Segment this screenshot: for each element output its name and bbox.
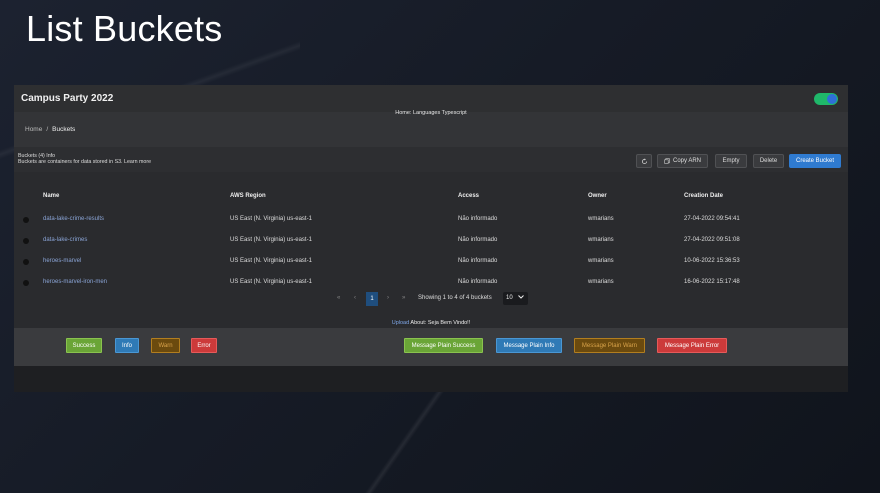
bucket-name-link[interactable]: data-lake-crime-results (43, 216, 104, 222)
create-bucket-button[interactable]: Create Bucket (789, 154, 841, 168)
refresh-icon (641, 157, 647, 164)
bucket-access: Não informado (458, 279, 498, 285)
success-button[interactable]: Success (66, 338, 102, 353)
table-row[interactable]: heroes-marvel-iron-men US East (N. Virgi… (14, 273, 848, 294)
page-size-select[interactable]: 10 (503, 292, 528, 305)
background-decoration (330, 390, 480, 493)
bucket-access: Não informado (458, 237, 498, 243)
upload-line: Upload About: Seja Bem Vindo!! (14, 320, 848, 326)
row-radio[interactable] (23, 238, 29, 244)
breadcrumb-current: Buckets (52, 126, 76, 133)
buckets-info: Buckets (4) Info Buckets are containers … (18, 153, 151, 165)
toggle-knob (827, 94, 837, 104)
table-row[interactable]: data-lake-crimes US East (N. Virginia) u… (14, 231, 848, 252)
bucket-date: 16-06-2022 15:17:48 (684, 279, 740, 285)
bucket-region: US East (N. Virginia) us-east-1 (230, 216, 312, 222)
bucket-access: Não informado (458, 258, 498, 264)
bucket-date: 27-04-2022 09:51:08 (684, 237, 740, 243)
upload-link[interactable]: Upload (392, 320, 409, 326)
copy-icon (664, 158, 670, 164)
bucket-owner: wmarians (588, 237, 614, 243)
app-window: Campus Party 2022 Home: Languages Typesc… (14, 85, 848, 392)
delete-button[interactable]: Delete (753, 154, 784, 168)
bucket-date: 10-06-2022 15:36:53 (684, 258, 740, 264)
pagination: « ‹ 1 › » Showing 1 to 4 of 4 buckets 10 (14, 292, 848, 306)
bucket-region: US East (N. Virginia) us-east-1 (230, 237, 312, 243)
row-radio[interactable] (23, 259, 29, 265)
current-page-button[interactable]: 1 (366, 292, 378, 306)
table-row[interactable]: heroes-marvel US East (N. Virginia) us-e… (14, 252, 848, 273)
plain-success-button[interactable]: Message Plain Success (404, 338, 483, 353)
column-header-owner: Owner (588, 193, 607, 199)
chevron-down-icon (518, 295, 525, 299)
bucket-name-link[interactable]: heroes-marvel-iron-men (43, 279, 107, 285)
column-header-name: Name (43, 193, 60, 199)
plain-info-button[interactable]: Message Plain Info (496, 338, 562, 353)
breadcrumb-separator: / (46, 126, 49, 133)
column-header-access: Access (458, 193, 480, 199)
bucket-owner: wmarians (588, 279, 614, 285)
refresh-button[interactable] (636, 154, 652, 168)
home-languages-link[interactable]: Home: Languages Typescript (14, 110, 848, 116)
plain-error-button[interactable]: Message Plain Error (657, 338, 727, 353)
copy-arn-button[interactable]: Copy ARN (657, 154, 708, 168)
info-button[interactable]: Info (115, 338, 139, 353)
copy-arn-label: Copy ARN (672, 158, 701, 164)
bucket-access: Não informado (458, 216, 498, 222)
upload-bar: Upload About: Seja Bem Vindo!! (14, 318, 848, 328)
column-header-date: Creation Date (684, 193, 724, 199)
slide-title: List Buckets (26, 8, 223, 49)
plain-warn-button[interactable]: Message Plain Warn (574, 338, 645, 353)
buckets-header: Buckets (4) Info Buckets are containers … (14, 147, 848, 172)
bucket-region: US East (N. Virginia) us-east-1 (230, 258, 312, 264)
buckets-description: Buckets are containers for data stored i… (18, 159, 152, 165)
error-button[interactable]: Error (191, 338, 217, 353)
top-bar: Campus Party 2022 (14, 85, 848, 112)
pagination-info: Showing 1 to 4 of 4 buckets (418, 295, 492, 301)
warn-button[interactable]: Warn (151, 338, 180, 353)
row-radio[interactable] (23, 217, 29, 223)
bucket-region: US East (N. Virginia) us-east-1 (230, 279, 312, 285)
empty-button[interactable]: Empty (715, 154, 747, 168)
prev-page-button[interactable]: ‹ (354, 295, 356, 301)
row-radio[interactable] (23, 280, 29, 286)
last-page-button[interactable]: » (402, 295, 405, 301)
bucket-owner: wmarians (588, 216, 614, 222)
next-page-button[interactable]: › (387, 295, 389, 301)
bucket-name-link[interactable]: data-lake-crimes (43, 237, 87, 243)
breadcrumb: Home / Buckets (25, 126, 75, 133)
bucket-owner: wmarians (588, 258, 614, 264)
bucket-date: 27-04-2022 09:54:41 (684, 216, 740, 222)
message-bar: Success Info Warn Error Message Plain Su… (14, 328, 848, 366)
about-text: About: Seja Bem Vindo!! (409, 320, 471, 326)
page-size-value: 10 (506, 295, 513, 301)
app-title: Campus Party 2022 (21, 93, 114, 104)
first-page-button[interactable]: « (337, 295, 340, 301)
column-header-region: AWS Region (230, 193, 266, 199)
footer (14, 366, 848, 392)
buckets-table: Name AWS Region Access Owner Creation Da… (14, 172, 848, 318)
sub-bar: Home: Languages Typescript Home / Buckets (14, 110, 848, 147)
bucket-name-link[interactable]: heroes-marvel (43, 258, 81, 264)
table-row[interactable]: data-lake-crime-results US East (N. Virg… (14, 210, 848, 231)
theme-toggle[interactable] (814, 93, 838, 105)
breadcrumb-home[interactable]: Home (25, 126, 42, 133)
